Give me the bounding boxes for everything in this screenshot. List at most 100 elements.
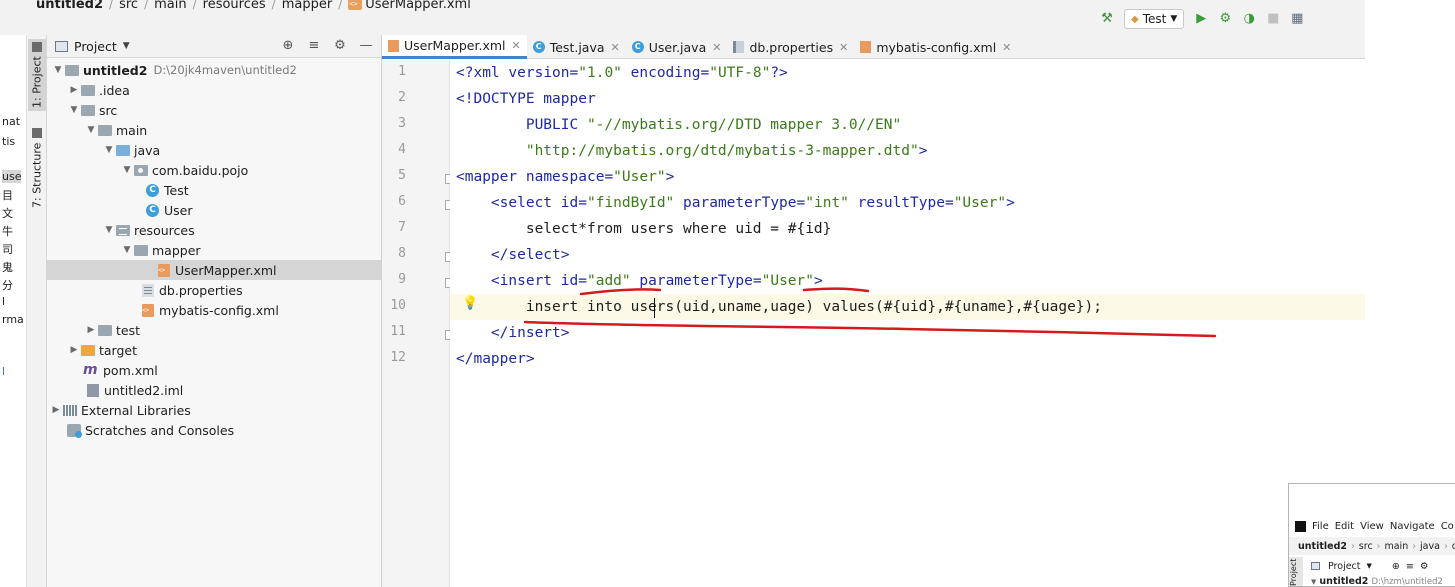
hide-panel-icon[interactable]: — [359, 38, 373, 53]
chevron-right-icon[interactable]: ▶ [84, 325, 98, 335]
breadcrumb-item[interactable]: resources [203, 0, 266, 12]
chevron-down-icon[interactable]: ▼ [102, 225, 116, 235]
stop-icon[interactable]: ■ [1266, 12, 1280, 26]
breadcrumb-separator: › [1376, 540, 1381, 552]
tab-db-properties[interactable]: db.properties ✕ [727, 35, 854, 59]
properties-file-icon [733, 41, 745, 53]
tree-item[interactable]: mybatis-config.xml [47, 300, 381, 320]
code-token: = [944, 195, 954, 211]
code-token: version [508, 65, 570, 81]
tree-item[interactable]: Scratches and Consoles [47, 420, 381, 440]
code-token: = [569, 65, 579, 81]
mini-menu-item[interactable]: File [1312, 521, 1329, 532]
chevron-down-icon[interactable]: ▼ [102, 145, 116, 155]
mini-menubar: File Edit View Navigate Co [1289, 517, 1455, 535]
close-icon[interactable]: ✕ [611, 41, 620, 54]
chevron-down-icon[interactable]: ▼ [120, 165, 134, 175]
close-icon[interactable]: ✕ [712, 41, 721, 54]
locate-file-icon[interactable]: ⊕ [1392, 561, 1400, 572]
breadcrumb-item[interactable]: UserMapper.xml [365, 0, 471, 12]
breadcrumb: untitled2 / src / main / resources / map… [36, 0, 471, 16]
mini-tree-item[interactable]: ▼ untitled2 D:\hzm\untitled2 [1311, 576, 1443, 586]
tab-test-java[interactable]: C Test.java ✕ [527, 35, 626, 59]
secondary-ide-window[interactable]: File Edit View Navigate Co untitled2 › s… [1288, 483, 1455, 587]
gear-icon[interactable]: ⚙ [333, 38, 347, 53]
code-line: PUBLIC "-//mybatis.org//DTD mapper 3.0//… [456, 112, 901, 138]
tab-user-java[interactable]: C User.java ✕ [626, 35, 728, 59]
chevron-right-icon[interactable]: ▶ [67, 85, 81, 95]
collapse-all-icon[interactable]: ≡ [1406, 561, 1414, 572]
run-configuration-select[interactable]: ◆ Test ▼ [1124, 9, 1185, 29]
build-hammer-icon[interactable]: ⚒ [1100, 12, 1114, 26]
mini-menu-item[interactable]: View [1360, 521, 1384, 532]
tree-item[interactable]: ▼ untitled2 D:\20jk4maven\untitled2 [47, 60, 381, 80]
chevron-down-icon[interactable]: ▼ [120, 245, 134, 255]
chevron-down-icon[interactable]: ▼ [1367, 562, 1372, 570]
close-icon[interactable]: ✕ [1002, 41, 1011, 54]
tree-item[interactable]: ▼ mapper [47, 240, 381, 260]
tree-item[interactable]: ▼ java [47, 140, 381, 160]
breadcrumb-item[interactable]: untitled2 [36, 0, 103, 12]
project-tool-tab[interactable]: 1: Project [28, 39, 46, 111]
close-icon[interactable]: ✕ [512, 39, 521, 52]
tree-item[interactable]: ▶ test [47, 320, 381, 340]
tree-item[interactable]: db.properties [47, 280, 381, 300]
code-token: > [525, 351, 535, 367]
tree-item[interactable]: m pom.xml [47, 360, 381, 380]
debug-icon[interactable]: ⚙ [1218, 12, 1232, 26]
project-structure-icon[interactable]: ▦ [1290, 12, 1304, 26]
tree-item[interactable]: untitled2.iml [47, 380, 381, 400]
tab-mybatis-config-xml[interactable]: mybatis-config.xml ✕ [854, 35, 1017, 59]
chevron-right-icon[interactable]: ▶ [67, 345, 81, 355]
tree-item-label: untitled2 [83, 62, 148, 78]
breadcrumb-item[interactable]: main [154, 0, 186, 12]
tree-item[interactable]: ▼ main [47, 120, 381, 140]
lightbulb-icon[interactable]: 💡 [462, 296, 478, 312]
editor-tab-bar: UserMapper.xml ✕ C Test.java ✕ C User.ja… [382, 35, 1365, 59]
mini-menu-item[interactable]: Co [1441, 521, 1454, 532]
mini-crumb[interactable]: java [1420, 541, 1440, 552]
tab-usermapper-xml[interactable]: UserMapper.xml ✕ [382, 35, 527, 59]
breadcrumb-item[interactable]: mapper [282, 0, 332, 12]
chevron-down-icon[interactable]: ▼ [67, 105, 81, 115]
mini-crumb[interactable]: untitled2 [1298, 541, 1347, 552]
tree-item[interactable]: ▶ .idea [47, 80, 381, 100]
locate-file-icon[interactable]: ⊕ [281, 38, 295, 53]
structure-tool-tab[interactable]: 7: Structure [28, 123, 46, 213]
mini-menu-item[interactable]: Edit [1335, 521, 1354, 532]
run-icon[interactable]: ▶ [1194, 12, 1208, 26]
tree-item[interactable]: ▼ src [47, 100, 381, 120]
tree-item[interactable]: C Test [47, 180, 381, 200]
chevron-down-icon[interactable]: ▼ [123, 41, 130, 51]
tree-item[interactable]: ▶ External Libraries [47, 400, 381, 420]
chevron-down-icon[interactable]: ▼ [51, 65, 65, 75]
collapse-all-icon[interactable]: ≡ [307, 38, 321, 53]
breadcrumb-item[interactable]: src [119, 0, 138, 12]
tab-label: mybatis-config.xml [876, 39, 997, 55]
mini-crumb[interactable]: src [1359, 541, 1373, 552]
chevron-down-icon[interactable]: ▼ [84, 125, 98, 135]
mini-menu-item[interactable]: Navigate [1390, 521, 1435, 532]
chevron-down-icon[interactable]: ▼ [1311, 578, 1316, 586]
coverage-icon[interactable]: ◑ [1242, 12, 1256, 26]
tree-item-selected[interactable]: UserMapper.xml [47, 260, 381, 280]
tree-item[interactable]: ▶ target [47, 340, 381, 360]
project-view-selector[interactable]: Project [74, 39, 117, 54]
tree-item[interactable]: ▼ com.baidu.pojo [47, 160, 381, 180]
code-token: "User" [761, 273, 814, 289]
mini-crumb[interactable]: main [1384, 541, 1408, 552]
close-icon[interactable]: ✕ [839, 41, 848, 54]
mini-project-tab[interactable]: Project [1289, 557, 1303, 586]
chevron-right-icon[interactable]: ▶ [49, 405, 63, 415]
line-number: 4 [398, 142, 406, 157]
tree-item[interactable]: ▼ resources [47, 220, 381, 240]
gear-icon[interactable]: ⚙ [1420, 561, 1429, 572]
tree-item[interactable]: C User [47, 200, 381, 220]
excluded-folder-icon [81, 344, 95, 356]
run-config-label: Test [1142, 12, 1167, 26]
tree-item-label: UserMapper.xml [175, 262, 277, 278]
code-editor[interactable]: <?xml version="1.0" encoding="UTF-8"?> <!… [450, 60, 1365, 587]
background-window-sliver: nat tis use 目 文 牛 司 鬼 分 l rma l [0, 35, 27, 587]
mini-header-label[interactable]: Project [1328, 561, 1361, 572]
